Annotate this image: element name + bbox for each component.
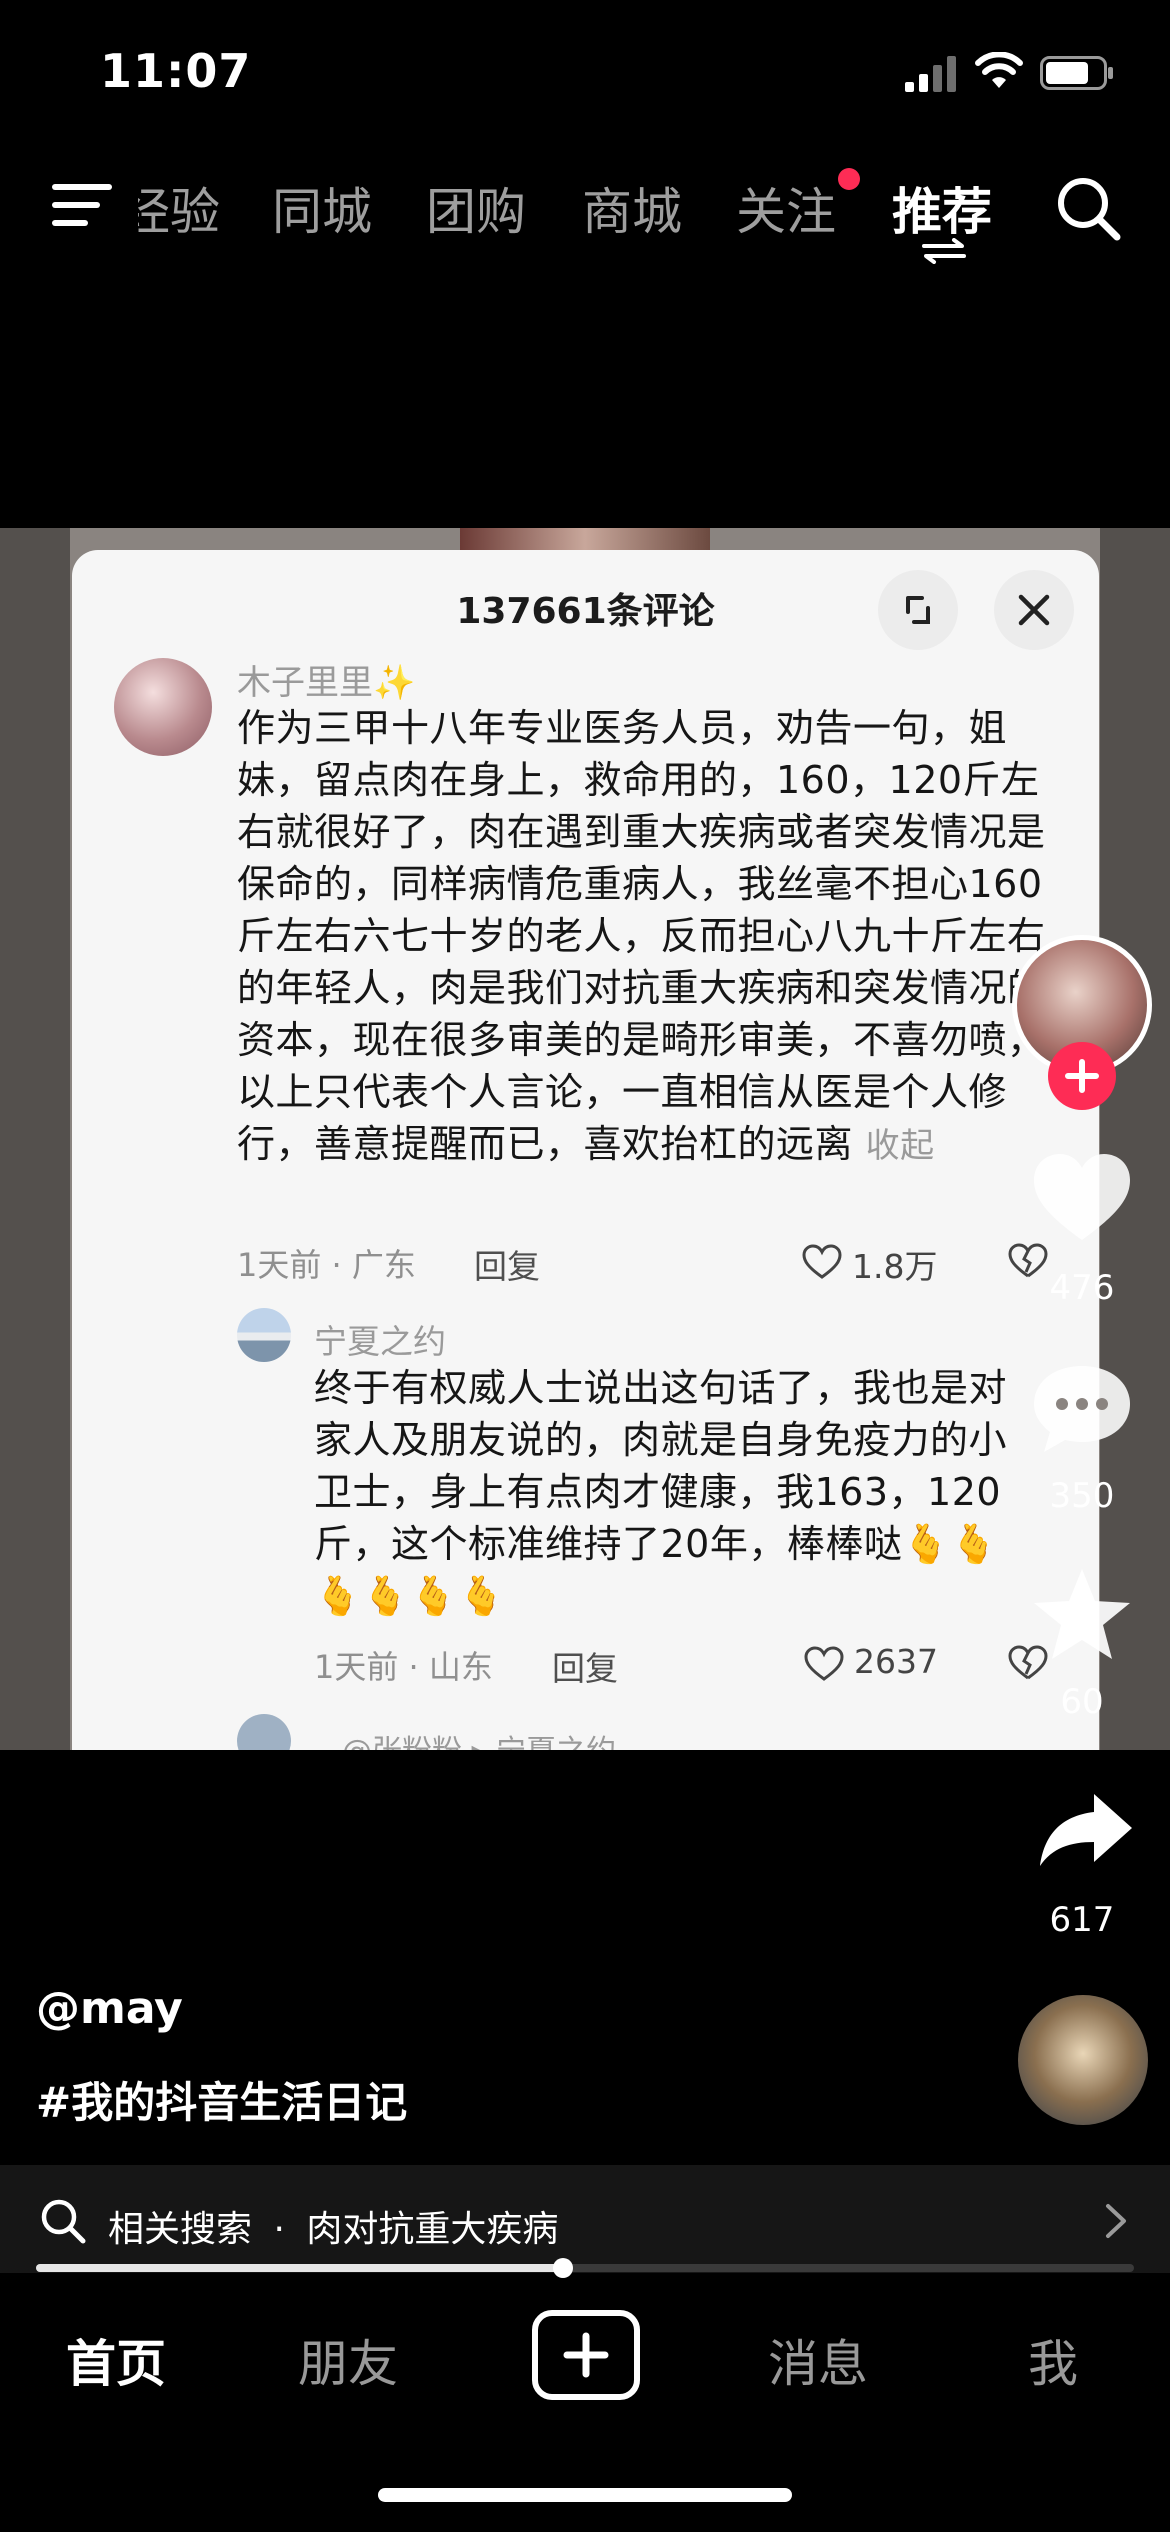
notification-dot [838,168,860,190]
plus-icon [563,2332,609,2378]
reply-text: 终于有权威人士说出这句话了，我也是对家人及朋友说的，肉就是自身免疫力的小卫士，身… [314,1366,1008,1618]
tab-messages[interactable]: 消息 [768,2324,868,2396]
tab-home[interactable]: 首页 [66,2324,166,2396]
related-search-separator: · [273,2209,285,2250]
share-icon[interactable] [1038,1790,1134,1870]
expand-icon [906,596,930,624]
share-count: 617 [1049,1900,1115,1940]
chevron-right-icon [1106,2204,1126,2238]
tab-me[interactable]: 我 [1028,2324,1078,2396]
reply-like-count: 2637 [854,1642,938,1681]
comment-text: 作为三甲十八年专业医务人员，劝告一句，姐妹，留点肉在身上，救命用的，160，12… [237,702,1057,1172]
swap-arrows-icon [922,238,966,264]
wifi-icon [975,52,1023,88]
reply-reply-label: 回复 [552,1649,618,1688]
reply-meta: 1天前 · 山东 [314,1648,493,1686]
tab-recommended[interactable]: 推荐 [892,172,992,244]
like-count: 476 [1049,1268,1115,1308]
create-button[interactable] [532,2310,640,2400]
heart-outline-icon [804,1646,844,1681]
plus-icon [1065,1059,1099,1093]
commenter-name: 木子里里✨ [237,663,416,703]
tab-friends[interactable]: 朋友 [298,2324,398,2396]
video-progress-fill [36,2264,563,2272]
favorite-count: 60 [1060,1682,1104,1722]
next-replier-avatar [237,1714,291,1750]
related-search-text[interactable]: 相关搜索 · 肉对抗重大疾病 [108,2200,558,2252]
tab-following[interactable]: 关注 [736,172,836,244]
video-progress-bar[interactable] [36,2258,1134,2278]
tab-experience[interactable]: 经验 [138,172,220,244]
search-icon [41,2199,86,2244]
menu-icon[interactable] [52,180,114,230]
comment-icon[interactable] [1030,1360,1134,1456]
favorite-star-icon[interactable] [1030,1565,1134,1665]
related-search-prefix: 相关搜索 [108,2209,253,2250]
battery-icon [1040,56,1113,90]
heart-outline-icon [802,1244,842,1279]
collapse-link: 收起 [865,1126,935,1166]
comment-meta: 1天前 · 广东 [237,1246,416,1284]
author-name[interactable]: @may [36,1983,183,2034]
status-time: 11:07 [100,44,252,98]
video-hashtag[interactable]: #我的抖音生活日记 [36,2069,407,2130]
music-disc[interactable] [1018,1995,1148,2125]
next-reply-peek: @张粉粉 ▸ 宁夏之约 [342,1726,616,1750]
close-button [994,570,1074,650]
tab-local[interactable]: 同城 [272,172,372,244]
related-search-query: 肉对抗重大疾病 [306,2209,559,2250]
comment-count: 350 [1049,1476,1115,1516]
close-icon [1018,594,1050,626]
tab-group-buy[interactable]: 团购 [426,172,526,244]
comment-body: 作为三甲十八年专业医务人员，劝告一句，姐妹，留点肉在身上，救命用的，160，12… [237,706,1046,1166]
replier-avatar [237,1308,291,1362]
video-progress-knob[interactable] [553,2258,573,2278]
home-indicator [378,2488,792,2502]
like-icon[interactable] [1030,1150,1134,1246]
comment-like-count: 1.8万 [852,1247,938,1286]
signal-icon [905,56,956,92]
commenter-avatar [114,658,212,756]
search-icon[interactable] [1055,175,1121,241]
comments-screenshot: 137661条评论 木子里里✨ 作为三甲十八年专业医务人员，劝告一句，姐妹，留点… [72,550,1099,1750]
tab-mall[interactable]: 商城 [582,172,682,244]
comment-reply-label: 回复 [474,1247,540,1286]
replier-name: 宁夏之约 [314,1322,446,1361]
expand-button [878,570,958,650]
follow-button[interactable] [1048,1042,1116,1110]
